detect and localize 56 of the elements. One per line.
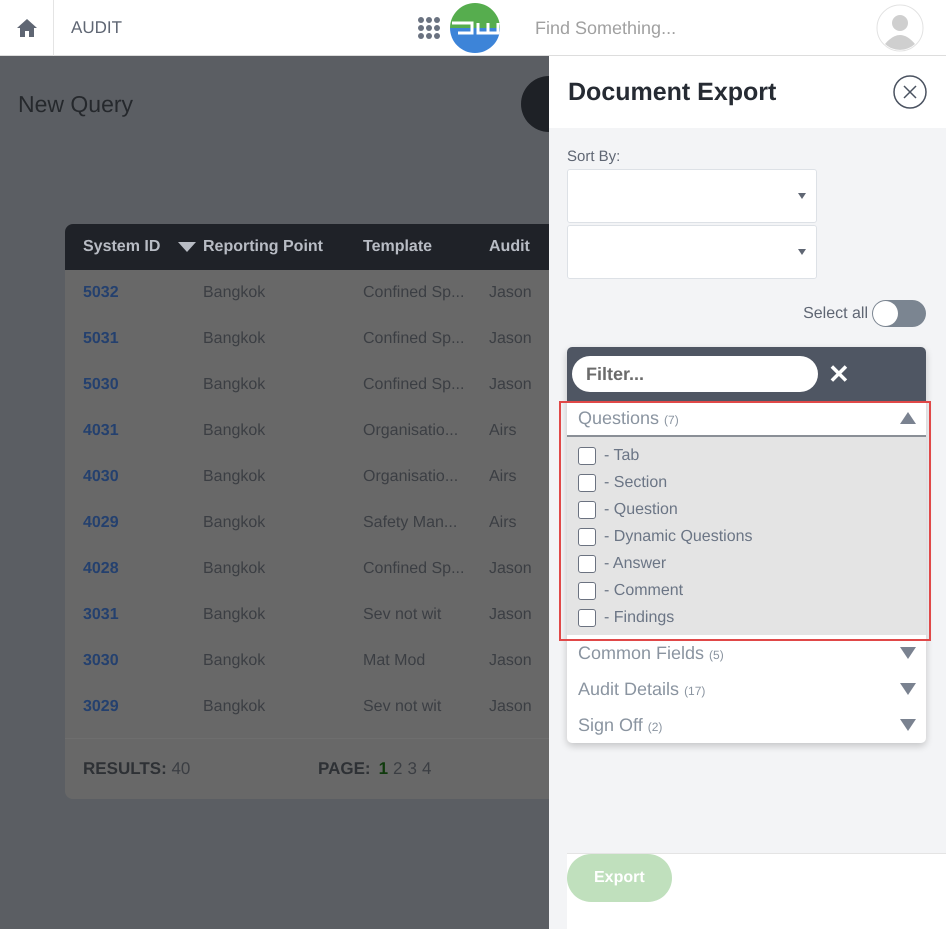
clear-filter-button[interactable]: ✕ <box>828 358 850 390</box>
id-link[interactable]: 3029 <box>65 698 203 716</box>
section-label: Common Fields (5) <box>578 642 724 664</box>
field-option: - Section <box>604 474 668 492</box>
section-header[interactable]: Sign Off (2) <box>567 707 926 743</box>
dropdown-caret-icon <box>798 249 806 255</box>
collapse-arrow-icon <box>900 412 916 424</box>
field-option: - Question <box>604 500 678 518</box>
field-option: - Answer <box>604 554 666 572</box>
column-header[interactable]: System ID <box>65 238 203 256</box>
checkbox[interactable] <box>578 608 596 626</box>
apps-grid-icon[interactable] <box>417 16 441 40</box>
sort-by-label: Sort By: <box>567 148 622 165</box>
close-button[interactable] <box>893 75 927 109</box>
page-label: PAGE: <box>318 759 371 779</box>
id-link[interactable]: 4031 <box>65 422 203 440</box>
filter-field[interactable]: Filter... <box>572 356 818 392</box>
id-link[interactable]: 5030 <box>65 376 203 394</box>
expand-arrow-icon <box>900 647 916 659</box>
home-icon <box>16 16 38 38</box>
id-link[interactable]: 4029 <box>65 514 203 532</box>
id-link[interactable]: 3030 <box>65 652 203 670</box>
id-link[interactable]: 3031 <box>65 606 203 624</box>
section-header[interactable]: Common Fields (5) <box>567 635 926 671</box>
id-link[interactable]: 4030 <box>65 468 203 486</box>
checkbox[interactable] <box>578 554 596 572</box>
column-header[interactable]: Template <box>363 238 489 256</box>
close-icon <box>893 75 927 109</box>
id-link[interactable]: 4028 <box>65 560 203 578</box>
field-option: - Dynamic Questions <box>604 528 752 546</box>
select-all-toggle[interactable] <box>872 300 926 327</box>
column-header[interactable]: Reporting Point <box>203 238 363 256</box>
checkbox[interactable] <box>578 582 596 600</box>
dropdown-caret-icon <box>798 193 806 199</box>
expand-arrow-icon <box>900 719 916 731</box>
section-header[interactable]: Audit Details (17) <box>567 671 926 707</box>
field-option: - Comment <box>604 582 684 600</box>
column-header[interactable]: Audit <box>489 238 549 256</box>
id-link[interactable]: 5031 <box>65 330 203 348</box>
page-title: New Query <box>18 90 134 118</box>
checkbox[interactable] <box>578 474 596 492</box>
id-link[interactable]: 5032 <box>65 284 203 302</box>
field-option: - Findings <box>604 608 674 626</box>
expand-arrow-icon <box>900 683 916 695</box>
checkbox[interactable] <box>578 528 596 546</box>
logo-icon <box>450 3 500 53</box>
field-option: - Tab <box>604 446 640 464</box>
section-label: Audit Details (17) <box>578 678 706 700</box>
section-label: Questions (7) <box>578 408 679 428</box>
checkbox[interactable] <box>578 500 596 518</box>
module-title: AUDIT <box>71 18 122 38</box>
section-label: Sign Off (2) <box>578 714 662 736</box>
select-all-label: Select all <box>803 304 868 322</box>
panel-title: Document Export <box>568 78 776 106</box>
checkbox[interactable] <box>578 446 596 464</box>
page-link[interactable]: 1 <box>378 759 388 779</box>
